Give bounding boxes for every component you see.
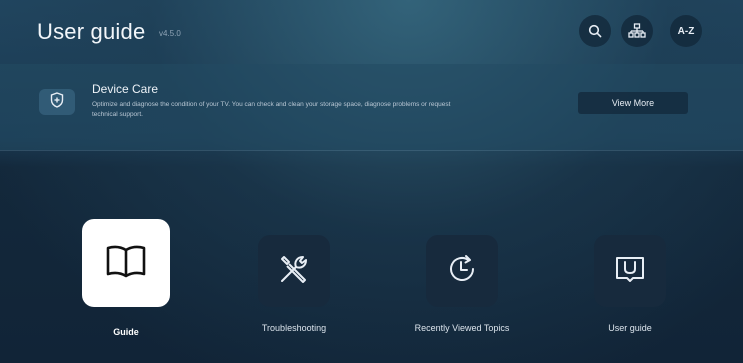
sitemap-icon (628, 23, 646, 39)
version-label: v4.5.0 (159, 29, 181, 38)
divider (0, 150, 743, 151)
book-icon (105, 244, 147, 283)
shield-icon (50, 91, 64, 113)
view-more-button[interactable]: View More (578, 92, 688, 114)
header: User guide v4.5.0 A-Z (0, 0, 743, 64)
tile-recently-viewed-label: Recently Viewed Topics (414, 323, 510, 333)
a-z-icon: A-Z (677, 25, 695, 37)
device-care-title: Device Care (92, 82, 159, 96)
tile-guide[interactable] (82, 219, 170, 307)
search-button[interactable] (579, 15, 611, 47)
tile-user-guide[interactable] (594, 235, 666, 307)
tools-icon (276, 251, 312, 292)
a-z-button[interactable]: A-Z (670, 15, 702, 47)
user-guide-book-icon (613, 252, 647, 291)
page-title: User guide (37, 19, 146, 44)
device-care-icon-box (39, 89, 75, 115)
search-icon (588, 24, 602, 38)
device-care-description: Optimize and diagnose the condition of y… (92, 101, 451, 118)
history-icon (444, 251, 480, 292)
tile-guide-label: Guide (113, 327, 139, 337)
user-guide-screen: User guide v4.5.0 A-Z Device Care Optimi… (0, 0, 743, 363)
tile-troubleshooting-label: Troubleshooting (261, 323, 327, 333)
tile-troubleshooting[interactable] (258, 235, 330, 307)
tile-recently-viewed[interactable] (426, 235, 498, 307)
site-map-button[interactable] (621, 15, 653, 47)
tile-user-guide-label: User guide (608, 323, 652, 333)
